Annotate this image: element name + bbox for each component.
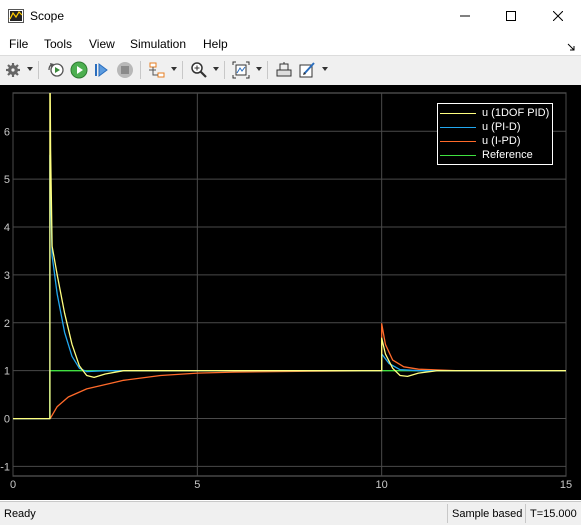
legend-label: u (PI-D)	[482, 121, 521, 133]
y-tick-label: 1	[4, 366, 10, 378]
legend-item: u (1DOF PID)	[440, 106, 549, 120]
zoom-icon[interactable]	[188, 59, 210, 81]
legend[interactable]: u (1DOF PID) u (PI-D) u (I-PD) Reference	[437, 103, 553, 165]
signal-selector-icon[interactable]	[146, 59, 168, 81]
legend-label: u (I-PD)	[482, 135, 521, 147]
menu-bar: File Tools View Simulation Help	[0, 32, 581, 55]
maximize-button[interactable]	[488, 0, 534, 32]
status-text: Ready	[4, 508, 36, 520]
menu-file[interactable]: File	[9, 37, 28, 51]
y-tick-label: 4	[4, 222, 10, 234]
y-tick-label: 0	[4, 414, 10, 426]
menu-help[interactable]: Help	[203, 37, 228, 51]
y-tick-label: 6	[4, 126, 10, 138]
y-tick-label: 5	[4, 174, 10, 186]
zoom-dropdown-arrow[interactable]	[213, 67, 219, 71]
edit-icon[interactable]	[296, 59, 318, 81]
x-tick-label: 5	[194, 479, 200, 491]
series-line	[13, 370, 566, 420]
tick-labels: 0 5 10 15-10123456	[0, 126, 572, 491]
legend-swatch	[440, 112, 476, 114]
legend-item: u (PI-D)	[440, 120, 521, 134]
toolbar	[0, 55, 581, 86]
y-tick-label: 3	[4, 270, 10, 282]
scope-display[interactable]: 0 5 10 15 -1 0 1 2 3 4 5 6 u (1DOF PID) u (PI-D) u …	[0, 85, 581, 500]
legend-swatch	[440, 126, 476, 128]
legend-item: Reference	[440, 148, 533, 162]
autoscale-icon[interactable]	[230, 59, 252, 81]
legend-swatch	[440, 154, 476, 156]
minimize-button[interactable]	[442, 0, 488, 32]
autoscale-dropdown-arrow[interactable]	[256, 67, 262, 71]
legend-swatch	[440, 140, 476, 142]
x-tick-label: 10	[376, 479, 388, 491]
title-bar: Scope	[0, 0, 581, 32]
gear-icon[interactable]	[4, 59, 22, 81]
run-icon[interactable]	[68, 59, 90, 81]
legend-label: Reference	[482, 149, 533, 161]
x-tick-label: 15	[560, 479, 572, 491]
series-line	[13, 154, 566, 420]
window-title: Scope	[30, 9, 65, 23]
restore-initial-icon[interactable]	[45, 59, 67, 81]
x-tick-label: 0	[10, 479, 16, 491]
legend-item: u (I-PD)	[440, 134, 521, 148]
menu-view[interactable]: View	[89, 37, 115, 51]
sim-time: T=15.000	[525, 504, 581, 523]
highlight-icon[interactable]	[273, 59, 295, 81]
y-tick-label: -1	[0, 461, 10, 473]
close-button[interactable]	[535, 0, 581, 32]
menu-simulation[interactable]: Simulation	[130, 37, 186, 51]
undock-icon[interactable]	[567, 40, 575, 51]
stop-icon[interactable]	[114, 59, 136, 81]
settings-dropdown-arrow[interactable]	[27, 67, 33, 71]
menu-tools[interactable]: Tools	[44, 37, 72, 51]
scope-app-icon	[8, 8, 24, 24]
step-forward-icon[interactable]	[91, 59, 113, 81]
signal-dropdown-arrow[interactable]	[171, 67, 177, 71]
y-tick-label: 2	[4, 318, 10, 330]
edit-dropdown-arrow[interactable]	[322, 67, 328, 71]
legend-label: u (1DOF PID)	[482, 107, 550, 119]
sample-mode: Sample based	[447, 504, 525, 523]
status-bar: Ready Sample based T=15.000	[0, 501, 581, 525]
